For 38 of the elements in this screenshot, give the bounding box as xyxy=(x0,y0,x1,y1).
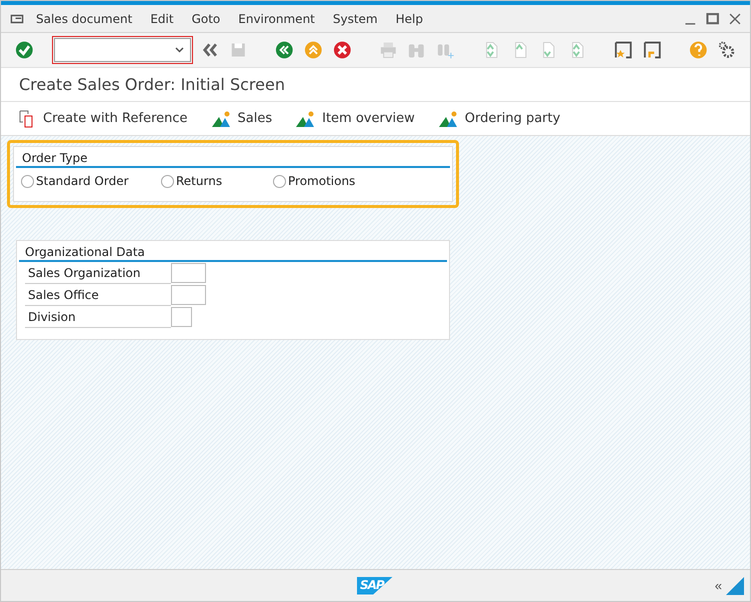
help-icon[interactable] xyxy=(688,40,708,60)
menu-item[interactable]: Sales document xyxy=(29,12,140,26)
group-title: Organizational Data xyxy=(19,243,447,262)
group-title: Order Type xyxy=(16,149,450,168)
mountain-icon xyxy=(438,110,459,126)
input-field[interactable] xyxy=(171,263,206,283)
mountain-icon xyxy=(212,110,232,126)
screen-title: Create Sales Order: Initial Screen xyxy=(19,75,285,94)
menu-item[interactable]: System xyxy=(326,12,385,26)
toolbar-button[interactable]: Ordering party xyxy=(438,110,560,126)
dropdown-icon xyxy=(174,47,184,53)
window-arrow-icon[interactable] xyxy=(642,40,662,60)
resize-grip-icon xyxy=(726,576,744,594)
radio-option[interactable]: Returns xyxy=(161,174,273,188)
command-field[interactable] xyxy=(54,38,191,62)
mountain-icon xyxy=(296,110,316,126)
toolbar-button[interactable]: Item overview xyxy=(296,110,415,126)
logo: SAP xyxy=(357,576,393,594)
input-field[interactable] xyxy=(171,285,206,305)
back-icon[interactable] xyxy=(275,40,294,60)
collapse-button[interactable]: « xyxy=(710,578,726,593)
menu-item[interactable]: Edit xyxy=(143,12,181,26)
settings-icon[interactable] xyxy=(717,40,736,60)
radio-option[interactable]: Standard Order xyxy=(21,174,161,188)
window-star-icon[interactable] xyxy=(614,40,633,60)
exit-icon[interactable] xyxy=(304,40,323,60)
menu-item[interactable]: Goto xyxy=(184,12,228,26)
menu-item[interactable]: Help xyxy=(388,12,430,26)
radio-option[interactable]: Promotions xyxy=(273,174,393,188)
toolbar-button[interactable]: Sales xyxy=(212,110,272,126)
checkmark-icon[interactable] xyxy=(15,40,34,60)
close-icon[interactable] xyxy=(728,12,742,26)
input-field[interactable] xyxy=(171,307,192,327)
toolbar-button[interactable]: Create with Reference xyxy=(19,110,188,128)
menu-item[interactable]: Environment xyxy=(231,12,322,26)
cancel-icon[interactable] xyxy=(332,40,352,60)
printer-icon[interactable] xyxy=(378,40,398,60)
maximize-icon[interactable] xyxy=(706,12,720,26)
